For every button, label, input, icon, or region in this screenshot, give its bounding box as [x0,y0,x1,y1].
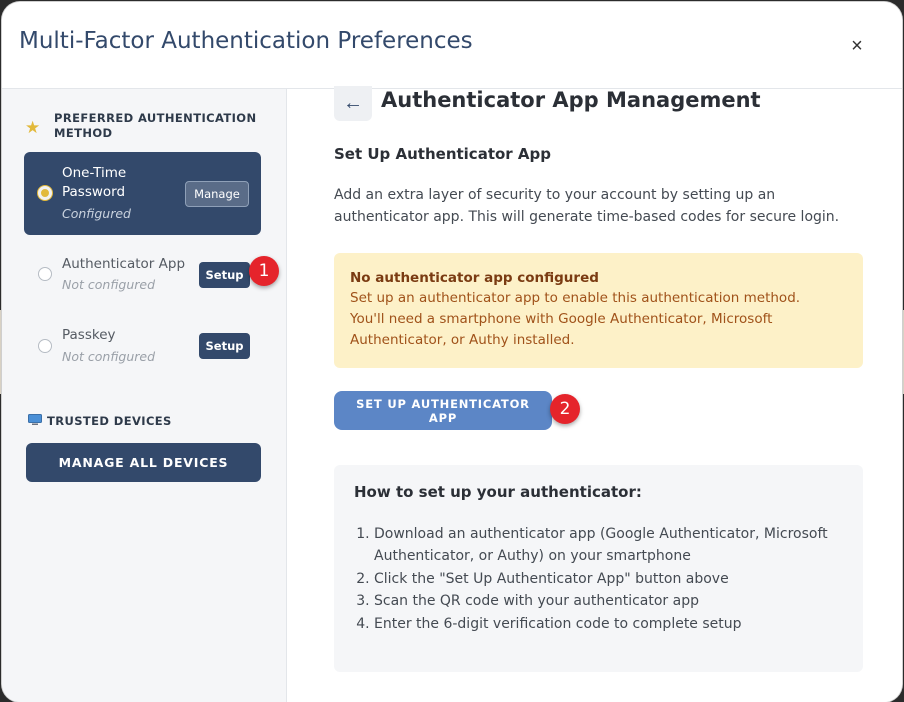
passkey-radio[interactable] [38,339,52,353]
back-button[interactable]: ← [334,86,372,121]
authenticator-status: Not configured [62,277,156,292]
howto-step: Download an authenticator app (Google Au… [374,523,843,568]
close-button[interactable]: × [840,32,874,60]
setup-authenticator-button[interactable]: Setup [199,262,250,288]
alert-text-1: Set up an authenticator app to enable th… [350,290,801,306]
page-title: Authenticator App Management [381,88,761,112]
manage-otp-button[interactable]: Manage [185,181,249,207]
authenticator-radio[interactable] [38,267,52,281]
setup-authenticator-app-button[interactable]: SET UP AUTHENTICATOR APP [334,391,552,430]
star-icon: ★ [25,118,41,138]
trusted-devices-heading: TRUSTED DEVICES [47,414,172,428]
modal-header: Multi-Factor Authentication Preferences … [2,2,902,89]
passkey-status: Not configured [62,349,156,364]
annotation-badge-1: 1 [249,256,279,286]
howto-step: Scan the QR code with your authenticator… [374,590,843,612]
alert-text-3: Authenticator, or Authy installed. [350,332,575,348]
authenticator-name: Authenticator App [62,256,186,272]
warning-alert: No authenticator app configured Set up a… [334,253,863,368]
howto-step: Enter the 6-digit verification code to c… [374,613,843,635]
alert-title: No authenticator app configured [350,270,599,286]
manage-all-devices-button[interactable]: MANAGE ALL DEVICES [26,443,261,482]
monitor-icon [28,414,42,425]
otp-name: One-Time Password [62,165,127,200]
modal-title: Multi-Factor Authentication Preferences [19,28,473,54]
description: Add an extra layer of security to your a… [334,187,840,225]
section-subtitle: Set Up Authenticator App [334,145,552,163]
howto-steps: Download an authenticator app (Google Au… [354,523,843,635]
howto-step: Click the "Set Up Authenticator App" but… [374,568,843,590]
passkey-name: Passkey [62,327,116,343]
alert-text-2: You'll need a smartphone with Google Aut… [350,311,773,327]
howto-title: How to set up your authenticator: [354,483,642,501]
otp-status: Configured [62,206,131,221]
annotation-badge-2: 2 [550,394,580,424]
otp-radio[interactable] [38,186,52,200]
preferred-method-heading: PREFERRED AUTHENTICATION METHOD [54,111,257,140]
setup-passkey-button[interactable]: Setup [199,333,250,359]
howto-panel: How to set up your authenticator: Downlo… [334,465,863,672]
